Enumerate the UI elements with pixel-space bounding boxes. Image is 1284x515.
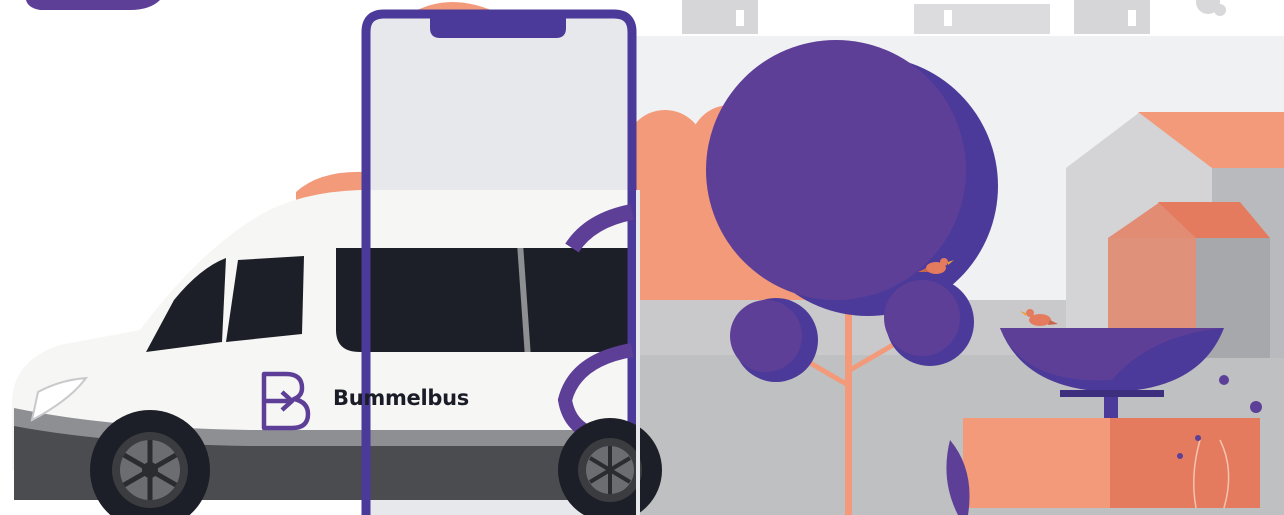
- van-front-window: [226, 256, 304, 342]
- van-side-window: [336, 248, 636, 352]
- corner-pill-shape: [26, 0, 160, 10]
- distant-house: [1074, 0, 1150, 34]
- brand-name: Bummelbus: [333, 386, 469, 410]
- van-mirror: [174, 305, 204, 345]
- dot-decoration: [1177, 453, 1183, 459]
- illustration-scene: [12, 0, 1284, 515]
- tree-small-crown: [884, 280, 960, 356]
- planter-box-side: [1110, 418, 1260, 508]
- phone-notch: [430, 14, 566, 38]
- dot-decoration: [1195, 435, 1201, 441]
- distant-house: [914, 4, 1050, 34]
- van-clip-edge: [636, 190, 640, 515]
- tree-crown: [706, 40, 966, 300]
- dot-decoration: [1250, 401, 1262, 413]
- tree-small-crown: [730, 300, 802, 372]
- distant-tree: [1214, 4, 1226, 16]
- dot-decoration: [1219, 375, 1229, 385]
- planter-box: [963, 418, 1111, 508]
- bird-bath-rim: [1060, 390, 1164, 397]
- distant-house: [682, 0, 758, 34]
- distant-house-window: [944, 10, 952, 26]
- tree-trunk: [845, 300, 852, 515]
- bird-bath-stem: [1104, 397, 1118, 421]
- distant-house-window: [1128, 10, 1136, 26]
- distant-house-window: [736, 10, 744, 26]
